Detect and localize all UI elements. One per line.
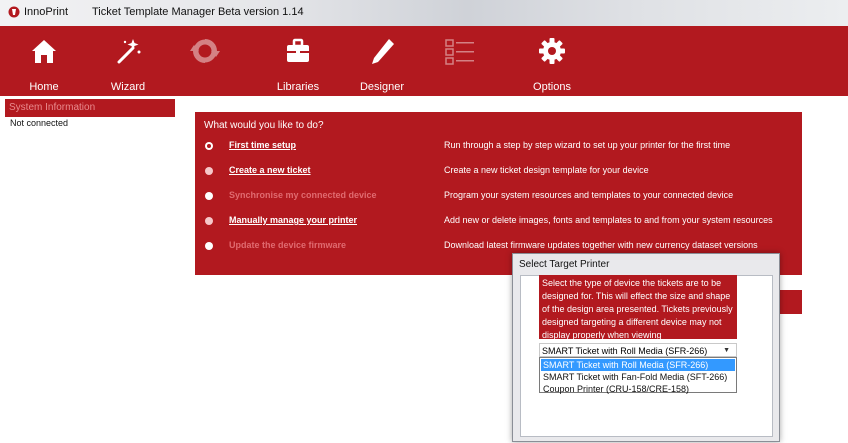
ribbon-libraries-label: Libraries (276, 81, 320, 93)
chevron-down-icon[interactable]: ▼ (723, 344, 730, 358)
sync-icon (190, 39, 220, 63)
dialog-title: Select Target Printer (519, 259, 610, 270)
ribbon-options-button[interactable]: Options (520, 26, 584, 96)
window-title: Ticket Template Manager Beta version 1.1… (92, 6, 304, 18)
ribbon-designer-button[interactable]: Designer (350, 26, 414, 96)
system-information-header: System Information (5, 99, 175, 117)
task-option-name[interactable]: Create a new ticket (229, 165, 311, 175)
task-radio[interactable] (205, 142, 213, 150)
ribbon-libraries-button[interactable]: Libraries (266, 26, 330, 96)
task-question: What would you like to do? (204, 120, 324, 131)
printer-option[interactable]: SMART Ticket with Fan-Fold Media (SFT-26… (541, 371, 735, 383)
printer-type-select[interactable]: SMART Ticket with Roll Media (SFR-266) ▼ (539, 343, 737, 357)
task-option-first-time-setup[interactable]: First time setup Run through a step by s… (195, 140, 802, 156)
connection-status: Not connected (10, 118, 69, 128)
printer-type-dropdown: SMART Ticket with Roll Media (SFR-266) S… (539, 357, 737, 395)
task-panel: What would you like to do? First time se… (195, 112, 802, 275)
app-badge: InnoPrint (8, 6, 68, 18)
task-option-manage-printer[interactable]: Manually manage your printer Add new or … (195, 215, 802, 231)
gear-icon (539, 38, 565, 64)
task-option-description: Create a new ticket design template for … (444, 165, 649, 175)
task-option-description: Run through a step by step wizard to set… (444, 140, 731, 150)
dialog-message: Select the type of device the tickets ar… (539, 275, 737, 339)
printer-option[interactable]: Coupon Printer (CRU-158/CRE-158) (541, 383, 735, 395)
ribbon-list-button[interactable] (428, 26, 492, 96)
task-radio (205, 242, 213, 250)
ribbon-sync-button[interactable] (173, 26, 237, 96)
task-option-description: Download latest firmware updates togethe… (444, 240, 758, 250)
printer-type-selected-value: SMART Ticket with Roll Media (SFR-266) (542, 346, 708, 356)
ribbon-home-label: Home (29, 81, 59, 93)
task-option-create-ticket[interactable]: Create a new ticket Create a new ticket … (195, 165, 802, 181)
ribbon-wizard-label: Wizard (110, 81, 146, 93)
home-icon (32, 40, 56, 63)
task-option-synchronise: Synchronise my connected device Program … (195, 190, 802, 206)
pen-icon (372, 39, 394, 64)
task-option-description: Program your system resources and templa… (444, 190, 734, 200)
task-option-name[interactable]: First time setup (229, 140, 296, 150)
briefcase-icon (287, 38, 309, 62)
task-option-name: Synchronise my connected device (229, 190, 377, 200)
ribbon-designer-label: Designer (359, 81, 405, 93)
wand-icon (117, 39, 141, 64)
innoprint-logo-icon (8, 6, 20, 18)
printer-option[interactable]: SMART Ticket with Roll Media (SFR-266) (541, 359, 735, 371)
task-radio (205, 192, 213, 200)
ribbon-wizard-button[interactable]: Wizard (96, 26, 160, 96)
task-radio[interactable] (205, 167, 213, 175)
window-titlebar: InnoPrint Ticket Template Manager Beta v… (0, 0, 848, 26)
task-option-description: Add new or delete images, fonts and temp… (444, 215, 773, 225)
app-name: InnoPrint (24, 6, 69, 18)
list-icon (445, 39, 474, 65)
task-option-name: Update the device firmware (229, 240, 347, 250)
task-option-name[interactable]: Manually manage your printer (229, 215, 357, 225)
ribbon-home-button[interactable]: Home (12, 26, 76, 96)
ribbon-options-label: Options (533, 81, 571, 93)
main-ribbon: Home Wizard Libraries Designer Options (0, 26, 848, 96)
select-target-printer-dialog: Select Target Printer Select the type of… (512, 253, 780, 442)
task-radio[interactable] (205, 217, 213, 225)
